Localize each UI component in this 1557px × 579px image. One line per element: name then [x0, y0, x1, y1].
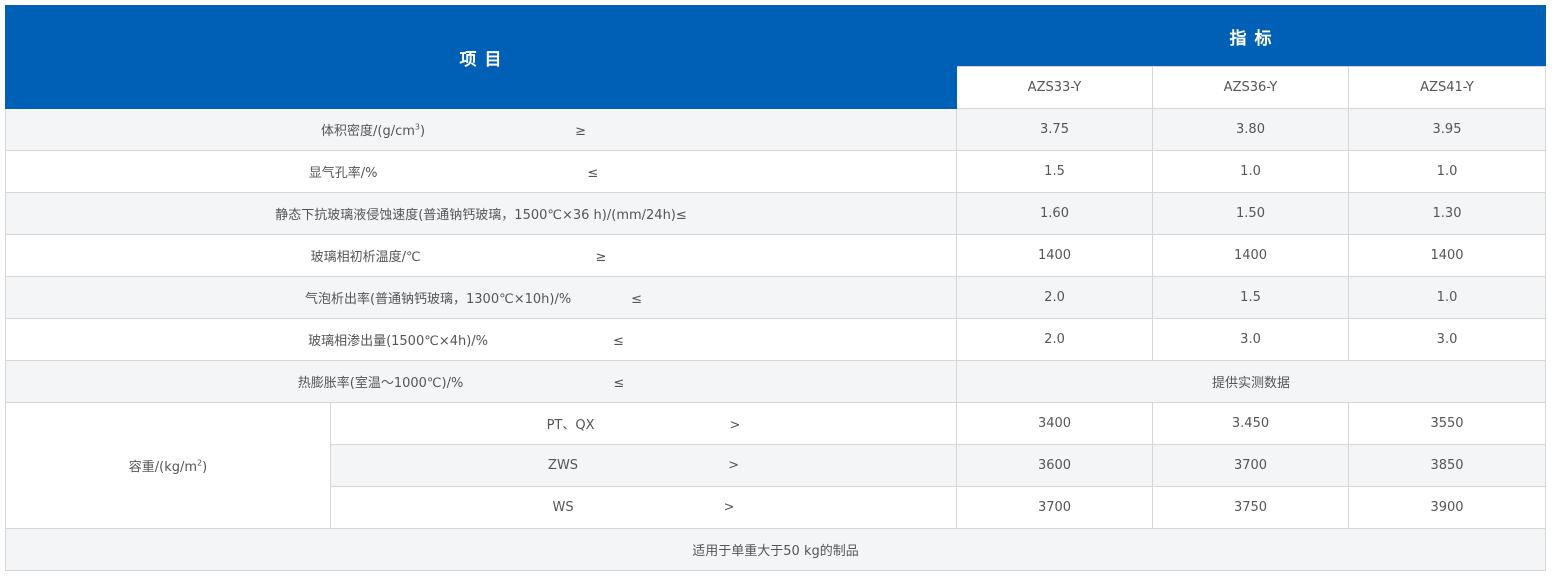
subrow-name: PT、QX — [546, 418, 595, 433]
cell-value: 3.95 — [1348, 108, 1547, 151]
cell-value: 1.5 — [956, 150, 1154, 193]
cell-value: 1400 — [956, 234, 1154, 277]
cell-value: 1.0 — [1152, 150, 1350, 193]
bulk-weight-label: 容重/(kg/m2) — [5, 402, 331, 529]
cell-value: 1.50 — [1152, 192, 1350, 235]
cell-value: 3.75 — [956, 108, 1154, 151]
cell-value: 2.0 — [956, 276, 1154, 319]
cell-value: 1.30 — [1348, 192, 1547, 235]
table-row: 容重/(kg/m2) PT、QX > 3400 3.450 3550 — [5, 402, 1547, 529]
cell-value: 1.0 — [1348, 276, 1547, 319]
cell-value: 1.5 — [1152, 276, 1350, 319]
cell-value: 3.80 — [1152, 108, 1350, 151]
subrow-name: WS — [552, 500, 574, 515]
table-row: 热膨胀率(室温～1000℃)/% ≤ 提供实测数据 — [4, 360, 1547, 403]
cell-value: 3850 — [1348, 444, 1547, 487]
spec-table-container: 项 目 指 标 AZS33-Y AZS36-Y AZS41-Y 体积密度/(g/… — [4, 5, 1547, 571]
subrow-label: ZWS > — [329, 444, 958, 487]
grade-azs33: AZS33-Y — [956, 66, 1154, 109]
row-label: 气泡析出率(普通钠钙玻璃，1300℃×10h)/% ≤ — [4, 276, 958, 319]
row-label-text: 静态下抗玻璃液侵蚀速度(普通钠钙玻璃，1500℃×36 h)/(mm/24h)≤ — [275, 208, 687, 223]
cell-merged-value: 提供实测数据 — [956, 360, 1547, 403]
row-label-text: 玻璃相初析温度/℃ — [310, 250, 421, 265]
table-row: 气泡析出率(普通钠钙玻璃，1300℃×10h)/% ≤ 2.0 1.5 1.0 — [4, 276, 1547, 319]
row-symbol: ≤ — [631, 292, 643, 307]
table-row: 玻璃相渗出量(1500℃×4h)/% ≤ 2.0 3.0 3.0 — [4, 318, 1547, 361]
table-row: 体积密度/(g/cm3) ≥ 3.75 3.80 3.95 — [4, 108, 1547, 151]
cell-value: 1400 — [1152, 234, 1350, 277]
row-symbol: > — [729, 418, 741, 433]
cell-value: 3.0 — [1348, 318, 1547, 361]
cell-value: 3700 — [1152, 444, 1350, 487]
cell-value: 1.0 — [1348, 150, 1547, 193]
row-symbol: ≤ — [587, 166, 599, 181]
cell-value: 3.0 — [1152, 318, 1350, 361]
cell-value: 3700 — [956, 486, 1154, 529]
cell-value: 3900 — [1348, 486, 1547, 529]
header-index: 指 标 — [956, 5, 1547, 67]
row-label: 玻璃相初析温度/℃ ≥ — [4, 234, 958, 277]
cell-value: 2.0 — [956, 318, 1154, 361]
row-label-text: 体积密度/(g/cm3) — [321, 122, 426, 139]
cell-value: 3600 — [956, 444, 1154, 487]
row-symbol: ≥ — [595, 250, 607, 265]
row-label: 玻璃相渗出量(1500℃×4h)/% ≤ — [4, 318, 958, 361]
subrow-name: ZWS — [548, 458, 579, 473]
row-label-text: 气泡析出率(普通钠钙玻璃，1300℃×10h)/% — [304, 292, 572, 307]
grade-azs41: AZS41-Y — [1348, 66, 1547, 109]
row-label: 体积密度/(g/cm3) ≥ — [4, 108, 958, 151]
row-symbol: ≤ — [613, 334, 624, 349]
table-row: 适用于单重大于50 kg的制品 — [4, 528, 1547, 571]
row-label: 静态下抗玻璃液侵蚀速度(普通钠钙玻璃，1500℃×36 h)/(mm/24h)≤ — [4, 192, 958, 235]
row-symbol: > — [723, 500, 735, 515]
row-label-text: 显气孔率/% — [308, 166, 378, 181]
row-symbol: > — [728, 458, 739, 473]
table-row: 显气孔率/% ≤ 1.5 1.0 1.0 — [4, 150, 1547, 193]
cell-value: 3.450 — [1152, 402, 1350, 445]
cell-value: 3750 — [1152, 486, 1350, 529]
table-row: 静态下抗玻璃液侵蚀速度(普通钠钙玻璃，1500℃×36 h)/(mm/24h)≤… — [4, 192, 1547, 235]
cell-value: 3550 — [1348, 402, 1547, 445]
row-label-text: 热膨胀率(室温～1000℃)/% — [297, 376, 464, 391]
cell-value: 3400 — [956, 402, 1154, 445]
row-label-text: 玻璃相渗出量(1500℃×4h)/% — [308, 334, 489, 349]
subrow-label: WS > — [329, 486, 958, 529]
header-item: 项 目 — [4, 5, 958, 109]
cell-value: 1400 — [1348, 234, 1547, 277]
footer-note: 适用于单重大于50 kg的制品 — [4, 528, 1547, 571]
cell-value: 1.60 — [956, 192, 1154, 235]
row-label: 热膨胀率(室温～1000℃)/% ≤ — [4, 360, 958, 403]
row-symbol: ≤ — [613, 376, 625, 391]
spec-table: 项 目 指 标 AZS33-Y AZS36-Y AZS41-Y 体积密度/(g/… — [4, 5, 1547, 571]
table-row: 玻璃相初析温度/℃ ≥ 1400 1400 1400 — [4, 234, 1547, 277]
row-symbol: ≥ — [575, 124, 586, 139]
row-label: 显气孔率/% ≤ — [4, 150, 958, 193]
grade-azs36: AZS36-Y — [1152, 66, 1350, 109]
subrow-label: PT、QX > — [329, 402, 958, 445]
